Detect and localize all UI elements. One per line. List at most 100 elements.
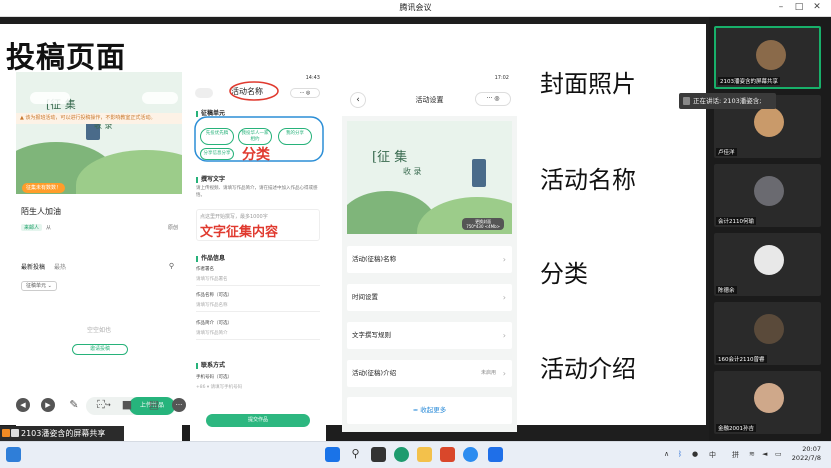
category-chip-4[interactable]: 分享信息分享	[200, 148, 234, 160]
mic-icon	[11, 429, 19, 437]
search-icon[interactable]: ⚲	[348, 447, 363, 462]
office-icon[interactable]	[440, 447, 455, 462]
participant-tile[interactable]: 陈德余	[714, 233, 821, 296]
empty-state-text: 空空如也	[86, 327, 111, 334]
row-time-settings[interactable]: 时间设置 ›	[347, 284, 512, 311]
miniapp-menu-pill[interactable]: ··· ◎	[475, 92, 511, 106]
unit-dropdown[interactable]: 征稿单元 ⌄	[21, 281, 57, 291]
start-icon[interactable]	[325, 447, 340, 462]
row-activity-intro-value: 未启用	[480, 370, 496, 376]
tab-latest[interactable]: 最新投稿	[21, 264, 45, 271]
category-annotation: 分类	[242, 147, 270, 163]
submission-tabs: 最新投稿 最热	[21, 262, 73, 271]
status-time: 14:43	[305, 75, 320, 81]
tray-chevron-icon[interactable]: ∧	[664, 450, 669, 458]
pen-icon[interactable]: ✎	[67, 398, 81, 412]
category-chip-1[interactable]: 先投优先稿	[200, 128, 234, 145]
submit-work-button[interactable]: 提交作品	[206, 414, 310, 427]
chevron-right-icon: ›	[502, 331, 506, 340]
bluetooth-icon[interactable]: ᛒ	[678, 450, 682, 458]
cover-calligraphy: [征 集	[372, 150, 408, 165]
window-titlebar: 腾讯会议 – □ ✕	[0, 0, 831, 17]
avatar	[754, 176, 784, 206]
ie-icon[interactable]	[463, 447, 478, 462]
miniapp-menu-pill[interactable]	[142, 92, 178, 104]
activity-banner: [征 集 收 录 ▲ 该为报班活动，可以进行投稿操作，不影响教室正式活动。 征集…	[16, 72, 182, 194]
phone-screenshot-form: 14:43 活动名称 ··· ◎ 征稿单元 先投优先稿 我投华人一家 相约 我的…	[190, 72, 326, 444]
phone-screenshot-settings: 17:02 ‹ 活动设置 ··· ◎ [征 集 收 录 更换封面 750*430…	[342, 72, 517, 432]
tab-hot[interactable]: 最热	[54, 264, 66, 271]
close-icon[interactable]: ✕	[811, 2, 823, 12]
clock[interactable]: 20:07 2022/7/8	[792, 445, 821, 463]
back-home-pill[interactable]	[30, 92, 70, 104]
chevron-right-icon: ›	[502, 255, 506, 264]
next-slide-icon[interactable]: ▶	[41, 398, 55, 412]
row-writing-rules[interactable]: 文字撰写规则 ›	[347, 322, 512, 349]
row-activity-name[interactable]: 活动(征稿)名称 ›	[347, 246, 512, 273]
edge-icon[interactable]	[394, 447, 409, 462]
participant-tile[interactable]: 2103潘姿含的屏幕共享	[714, 26, 821, 89]
search-icon[interactable]: ⚲	[169, 262, 174, 270]
tray-app-icon[interactable]: ●	[692, 450, 698, 458]
input-lang[interactable]: 中	[709, 450, 716, 460]
row-activity-intro-label: 活动(征稿)介绍	[352, 369, 397, 377]
caption-icon[interactable]: ▤	[147, 398, 161, 412]
cover-photo[interactable]: [征 集 收 录 更换封面 750*430 <4Mb>	[347, 121, 512, 234]
task-view-icon[interactable]	[371, 447, 386, 462]
work-intro-label: 作品简介（可选）	[196, 321, 232, 326]
participant-name: 金融2001孙吉	[716, 424, 756, 432]
clock-date: 2022/7/8	[791, 454, 821, 462]
avatar	[754, 314, 784, 344]
miniapp-menu-pill[interactable]: ··· ◎	[290, 88, 320, 98]
participant-name: 卢佳洋	[716, 148, 737, 156]
section-write-desc: 请上传视频、请填写作品简介，请在描述中加入作品心得或感悟。	[196, 186, 318, 198]
avatar	[754, 383, 784, 413]
back-icon[interactable]	[195, 88, 213, 98]
participant-name: 2103潘姿含的屏幕共享	[718, 77, 780, 85]
speaking-text: 正在讲话: 2103潘姿含;	[693, 97, 762, 105]
wifi-icon[interactable]: ≋	[749, 450, 755, 458]
category-chip-3[interactable]: 我的分享	[278, 128, 312, 145]
phone-illustration	[472, 159, 486, 187]
category-chip-2[interactable]: 我投华人一家 相约	[238, 128, 272, 145]
screen-share-indicator[interactable]: 2103潘姿含的屏幕共享	[0, 426, 124, 441]
participant-tile[interactable]: 160会计2110曾睿	[714, 302, 821, 365]
file-explorer-icon[interactable]	[417, 447, 432, 462]
camera-icon[interactable]: ■	[120, 398, 134, 412]
minimize-icon[interactable]: –	[775, 2, 787, 12]
collapse-more-button[interactable]: ≈ 收起更多	[347, 397, 512, 424]
maximize-icon[interactable]: □	[793, 2, 805, 12]
avatar	[754, 245, 784, 275]
participant-name: 会计2110何瑜	[716, 217, 756, 225]
participant-name: 160会计2110曾睿	[716, 355, 767, 363]
avatar	[754, 107, 784, 137]
ime-mode[interactable]: 拼	[732, 450, 739, 460]
cover-calligraphy-2: 收 录	[403, 167, 422, 176]
prev-slide-icon[interactable]: ◀	[16, 398, 30, 412]
label-cover-photo: 封面照片	[540, 70, 636, 98]
work-intro-field[interactable]: 请填写作品简介	[196, 330, 228, 336]
volume-icon[interactable]: ◄	[762, 450, 767, 458]
label-activity-name: 活动名称	[540, 166, 636, 194]
work-name-label: 作品名称（可选）	[196, 293, 232, 298]
participant-tile[interactable]: 金融2001孙吉	[714, 371, 821, 434]
fit-screen-icon[interactable]: ⛶	[94, 398, 108, 412]
row-activity-intro[interactable]: 活动(征稿)介绍 未启用 ›	[347, 360, 512, 387]
invite-submit-button[interactable]: 邀请投稿	[72, 344, 128, 355]
author-tag: 来邮人	[21, 224, 43, 231]
change-cover-button[interactable]: 更换封面 750*430 <4Mb>	[462, 218, 504, 230]
label-activity-intro: 活动介绍	[540, 355, 636, 383]
author-sub: 来邮人从	[21, 224, 51, 231]
status-time: 17:02	[494, 75, 509, 81]
widgets-icon[interactable]	[6, 447, 21, 462]
battery-icon[interactable]: ▭	[775, 450, 782, 458]
windows-taskbar: ⚲ ∧ ᛒ ● 中 拼 ≋ ◄ ▭ 20:07 2022/7/8	[0, 441, 831, 468]
speaking-tooltip: 正在讲话: 2103潘姿含;	[679, 93, 776, 109]
tencent-meeting-icon[interactable]	[488, 447, 503, 462]
phone-field[interactable]: +86 ▾ 请填写手机号码	[196, 384, 242, 390]
author-field[interactable]: 请填写作品署名	[196, 276, 228, 282]
original-label[interactable]: 原创	[168, 224, 178, 231]
more-icon[interactable]: ···	[172, 398, 186, 412]
work-name-field[interactable]: 请填写作品名称	[196, 302, 228, 308]
participant-tile[interactable]: 会计2110何瑜	[714, 164, 821, 227]
